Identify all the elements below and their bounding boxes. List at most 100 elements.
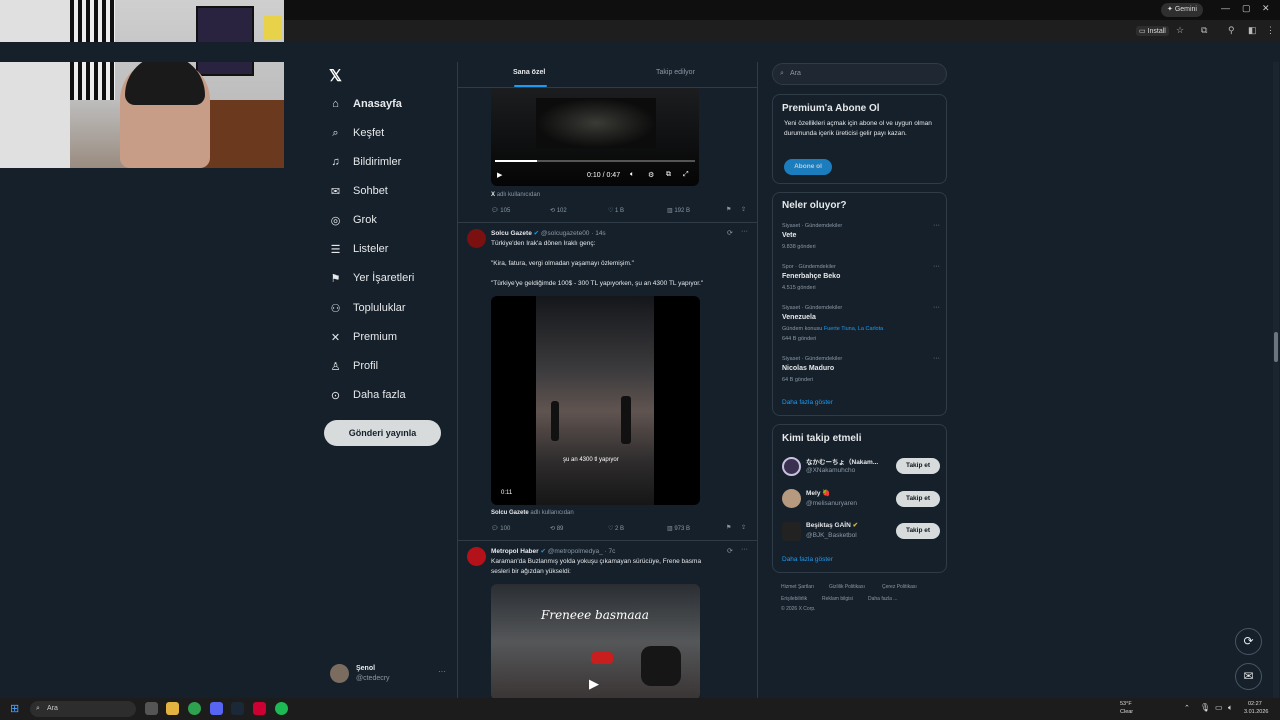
source-name[interactable]: Solcu Gazete	[491, 510, 529, 516]
tweet-text-line: Karaman'da Buzlanmış yolda yokuşu çıkama…	[491, 558, 702, 565]
author-name[interactable]: Metropol Haber	[491, 548, 539, 555]
follow-button[interactable]: Takip et	[896, 491, 940, 507]
play-icon[interactable]: ▶	[497, 171, 502, 179]
reply-stat[interactable]: 💬︎ 105	[491, 207, 510, 214]
video-player[interactable]: Freneee basmaaa ▶	[491, 584, 700, 698]
more-dots-icon[interactable]: ···	[741, 546, 748, 553]
install-button[interactable]: ▭ Install	[1136, 26, 1169, 36]
grok-fab-icon[interactable]: ⟳	[1235, 628, 1262, 655]
nav-item-chat[interactable]: ✉ Sohbet	[329, 179, 388, 203]
volume-icon[interactable]: 🔈︎	[1228, 703, 1233, 713]
account-switcher[interactable]: Şenol @ctedecry ···	[330, 662, 450, 688]
footer-link[interactable]: Hizmet Şartları	[781, 584, 814, 590]
post-button[interactable]: Gönderi yayınla	[324, 420, 441, 446]
nav-item-lists[interactable]: ☰ Listeler	[329, 237, 389, 261]
reply-stat[interactable]: 💬︎ 100	[491, 525, 510, 532]
settings-icon[interactable]: ⚙	[648, 171, 654, 179]
nav-item-grok[interactable]: ◎ Grok	[329, 208, 377, 232]
follow-button[interactable]: Takip et	[896, 458, 940, 474]
network-icon[interactable]: ▭	[1215, 703, 1223, 712]
video-progress-track[interactable]	[495, 160, 695, 162]
trend-context-links[interactable]: Fuerte Tiuna, La Carlota	[824, 326, 883, 332]
play-icon[interactable]: ▶	[589, 676, 599, 692]
bookmark-icon[interactable]: ⚑	[726, 524, 731, 531]
like-stat[interactable]: ♡ 1 B	[608, 207, 624, 214]
tray-chevron-icon[interactable]: ⌃	[1184, 704, 1190, 712]
fullscreen-icon[interactable]: ⤢	[683, 171, 689, 179]
more-dots-icon[interactable]: ···	[741, 228, 748, 235]
discord-icon[interactable]	[210, 702, 223, 715]
repost-stat[interactable]: ⟲ 89	[550, 525, 563, 532]
volume-icon[interactable]: 🔈︎	[630, 171, 634, 179]
gemini-button[interactable]: ✦ Gemini	[1161, 3, 1203, 17]
author-handle[interactable]: @metropolmedya_ · 7c	[548, 548, 616, 555]
footer-link[interactable]: Reklam bilgisi	[822, 596, 853, 602]
footer-link[interactable]: Daha fazla ...	[868, 596, 897, 602]
page-scrollbar[interactable]	[1273, 62, 1279, 698]
follow-button[interactable]: Takip et	[896, 523, 940, 539]
show-more-link[interactable]: Daha fazla göster	[782, 399, 833, 406]
nav-item-notifications[interactable]: ♫ Bildirimler	[329, 150, 401, 174]
views-stat[interactable]: ▥ 973 B	[667, 525, 690, 532]
messages-fab-icon[interactable]: ✉	[1235, 663, 1262, 690]
more-dots-icon[interactable]: ···	[438, 667, 446, 676]
weather-temp[interactable]: 53°F	[1120, 701, 1132, 707]
star-icon[interactable]: ☆	[1176, 25, 1184, 36]
spotify-icon[interactable]	[275, 702, 288, 715]
grok-icon[interactable]: ⟳	[727, 547, 733, 555]
x-logo-icon[interactable]: 𝕏	[329, 66, 342, 86]
steam-icon[interactable]	[231, 702, 244, 715]
share-icon[interactable]: ⇪	[741, 524, 746, 531]
tab-search-icon[interactable]: ⧉	[1201, 25, 1207, 36]
nav-item-explore[interactable]: ⌕ Keşfet	[329, 121, 384, 145]
nav-item-profile[interactable]: ♙ Profil	[329, 354, 379, 378]
taskbar-search[interactable]: ⌕ Ara	[30, 701, 136, 717]
trend-category: Siyaset · Gündemdekiler	[782, 223, 843, 229]
task-view-icon[interactable]	[145, 702, 158, 715]
avatar[interactable]	[467, 547, 486, 566]
nav-item-bookmarks[interactable]: ⚑ Yer İşaretleri	[329, 266, 415, 290]
more-dots-icon[interactable]: ···	[933, 222, 940, 229]
clock-time[interactable]: 02:27	[1248, 701, 1262, 707]
extensions-icon[interactable]: ⚲	[1228, 25, 1235, 36]
more-dots-icon[interactable]: ···	[933, 355, 940, 362]
windows-start-icon[interactable]: ⊞	[10, 702, 19, 715]
tab-for-you[interactable]: Sana özel	[513, 69, 545, 76]
obs-icon[interactable]	[253, 702, 266, 715]
video-player[interactable]: ▶ 0:10 / 0:47 🔈︎ ⚙ ⧉ ⤢	[491, 88, 699, 186]
footer-link[interactable]: Erişilebilirlik	[781, 596, 807, 602]
microphone-icon[interactable]: 🎙︎	[1200, 703, 1210, 712]
scrollbar-thumb[interactable]	[1274, 332, 1278, 362]
footer-link[interactable]: Çerez Politikası	[882, 584, 917, 590]
footer-link[interactable]: Gizlilik Politikası	[829, 584, 865, 590]
close-icon[interactable]: ✕	[1262, 3, 1270, 14]
profile-switch-icon[interactable]: ◧	[1248, 25, 1257, 36]
tab-following[interactable]: Takip edilyor	[656, 69, 695, 76]
menu-icon[interactable]: ⋮	[1266, 25, 1275, 36]
bookmark-icon[interactable]: ⚑	[726, 206, 731, 213]
search-input[interactable]: ⌕ Ara	[772, 63, 947, 85]
nav-item-home[interactable]: ⌂ Anasayfa	[329, 92, 402, 116]
file-explorer-icon[interactable]	[166, 702, 179, 715]
maximize-icon[interactable]: ▢	[1242, 3, 1251, 14]
more-dots-icon[interactable]: ···	[933, 263, 940, 270]
grok-icon[interactable]: ⟳	[727, 229, 733, 237]
repost-stat[interactable]: ⟲ 102	[550, 207, 567, 214]
share-icon[interactable]: ⇪	[741, 206, 746, 213]
author-handle[interactable]: @solcugazete00 · 14s	[541, 230, 606, 237]
more-dots-icon[interactable]: ···	[933, 304, 940, 311]
nav-item-more[interactable]: ⊙ Daha fazla	[329, 383, 406, 407]
avatar[interactable]	[467, 229, 486, 248]
video-player[interactable]: şu an 4300 tl yapıyor 0:11	[491, 296, 700, 505]
nav-item-communities[interactable]: ⚇ Topluluklar	[329, 296, 406, 320]
subscribe-button[interactable]: Abone ol	[784, 159, 832, 175]
video-frame	[536, 98, 656, 148]
views-stat[interactable]: ▥ 192 B	[667, 207, 690, 214]
pip-icon[interactable]: ⧉	[666, 171, 671, 179]
show-more-link[interactable]: Daha fazla göster	[782, 556, 833, 563]
author-name[interactable]: Solcu Gazete	[491, 230, 532, 237]
minimize-icon[interactable]: —	[1221, 3, 1230, 13]
chrome-icon[interactable]	[188, 702, 201, 715]
like-stat[interactable]: ♡ 2 B	[608, 525, 624, 532]
nav-item-premium[interactable]: ✕ Premium	[329, 325, 397, 349]
